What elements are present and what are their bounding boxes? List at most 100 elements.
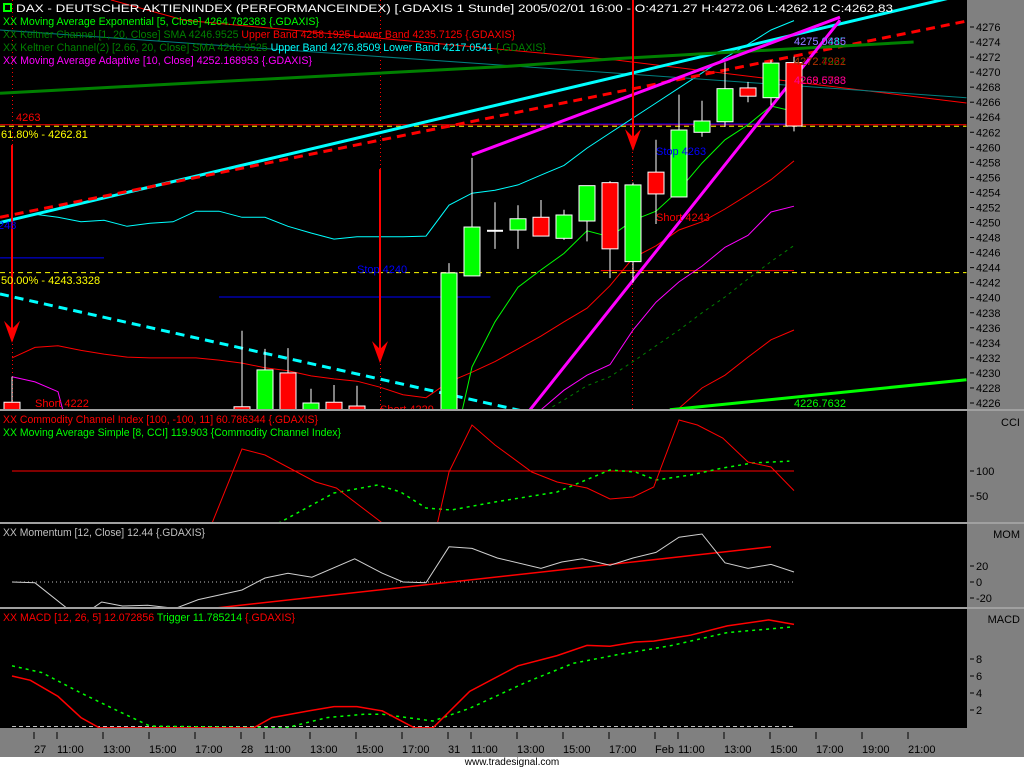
legend-adaptive-ma[interactable]: XX Moving Average Adaptive [10, Close] 4… [3, 55, 312, 67]
price-axis-label: 4238 [976, 308, 1000, 320]
footer-url[interactable]: www.tradesignal.com [0, 757, 1024, 768]
price-axis-label: 4248 [976, 233, 1000, 245]
stop-4240-label: Stop 4240 [357, 264, 407, 276]
candle-body-down [739, 87, 757, 97]
cci-axis-label: 50 [976, 491, 988, 503]
legend-cci[interactable]: XX Commodity Channel Index [100, -100, 1… [3, 414, 318, 426]
chart-canvas[interactable]: 4226 4228 4230 4232 4234 4236 4238 4240 4242 4244… [0, 0, 1024, 757]
candle-body-up [463, 226, 481, 277]
price-axis-label: 4230 [976, 368, 1000, 380]
candle[interactable] [440, 263, 458, 425]
candle-body-up [555, 214, 573, 239]
price-axis-label: 4272 [976, 52, 1000, 64]
panel-divider-cci-mom[interactable] [0, 522, 1024, 524]
time-axis-label: 15:00 [149, 744, 177, 756]
candle-body-down [532, 216, 550, 237]
chart-title: DAX - DEUTSCHER AKTIENINDEX (PERFORMANCE… [16, 3, 893, 15]
fib-618-label: 61.80% - 4262.81 [1, 129, 88, 141]
price-axis-label: 4274 [976, 37, 1000, 49]
macd-axis-label: 6 [976, 671, 982, 683]
legend-keltner-2[interactable]: XX Keltner Channel(2) [2.66, 20, Close] … [3, 42, 546, 54]
legend-momentum[interactable]: XX Momentum [12, Close] 12.44 {.GDAXIS} [3, 527, 205, 539]
legend-cci-sma[interactable]: XX Moving Average Simple [8, CCI] 119.90… [3, 427, 341, 439]
candle-body-down [785, 62, 803, 127]
time-axis-label: 15:00 [563, 744, 591, 756]
legend-ema[interactable]: XX Moving Average Exponential [5, Close]… [3, 16, 319, 28]
candle-body-up [693, 120, 711, 133]
time-axis-label: 21:00 [908, 744, 936, 756]
macd-axis-label: 2 [976, 705, 982, 717]
price-axis-label: 4228 [976, 383, 1000, 395]
legend-keltner-2-symbol: {.GDAXIS} [496, 42, 546, 54]
magenta-line-value-label-2: 4269.5988 [794, 75, 846, 87]
candle-body-up [440, 272, 458, 409]
cci-panel-title: CCI [1001, 417, 1020, 429]
time-axis-label: 17:00 [816, 744, 844, 756]
cci-axis-label: 100 [976, 466, 994, 478]
stop-4263-label: Stop 4263 [656, 146, 706, 158]
candle-body-up [624, 184, 642, 263]
time-axis-label: 11:00 [471, 744, 498, 756]
price-axis-label: 4264 [976, 112, 1000, 124]
price-axis-label: 4254 [976, 187, 1000, 199]
candle-body-up [509, 218, 527, 231]
price-axis-label: 4236 [976, 323, 1000, 335]
time-axis-label: 15:00 [770, 744, 798, 756]
momentum-axis-label: -20 [976, 593, 992, 605]
time-axis-label: 11:00 [57, 744, 84, 756]
legend-keltner-1-bands: Upper Band 4258.1925 Lower Band 4235.712… [241, 29, 515, 41]
time-axis-label: 13:00 [517, 744, 545, 756]
candle-body-down [601, 182, 619, 250]
time-axis-label: 13:00 [724, 744, 752, 756]
legend-keltner-2-name: XX Keltner Channel(2) [2.66, 20, Close] … [3, 42, 271, 54]
time-axis-label: 13:00 [310, 744, 338, 756]
time-axis-label: 13:00 [103, 744, 131, 756]
price-axis-label: 4270 [976, 67, 1000, 79]
price-axis-label: 4260 [976, 142, 1000, 154]
fib-50-label: 50.00% - 4243.3328 [1, 275, 100, 287]
price-axis-label: 4262 [976, 127, 1000, 139]
red-line-value-label: 4272.4262 [794, 56, 846, 68]
time-axis-label: 11:00 [678, 744, 705, 756]
legend-macd-symbol: {.GDAXIS} [245, 612, 295, 624]
legend-macd-trigger: Trigger 11.785214 [157, 612, 245, 624]
price-axis-label: 4226 [976, 398, 1000, 410]
price-axis-label: 4266 [976, 97, 1000, 109]
legend-keltner-1[interactable]: XX Keltner Channel [1, 20, Close] SMA 42… [3, 29, 515, 41]
time-axis-label: 19:00 [862, 744, 890, 756]
price-axis-label: 4244 [976, 263, 1000, 275]
legend-macd-value: XX MACD [12, 26, 5] 12.072856 [3, 612, 157, 624]
price-axis-label: 4258 [976, 157, 1000, 169]
short-4222-label: Short 4222 [35, 398, 89, 410]
price-axis-label: 4240 [976, 293, 1000, 305]
price-axis-label: 4232 [976, 353, 1000, 365]
candle-body-up [578, 185, 596, 222]
level-4263-label: 4263 [16, 112, 40, 124]
legend-keltner-1-name: XX Keltner Channel [1, 20, Close] SMA 42… [3, 29, 241, 41]
time-axis-label: 17:00 [402, 744, 430, 756]
candle-body-up [716, 88, 734, 123]
legend-macd[interactable]: XX MACD [12, 26, 5] 12.072856 Trigger 11… [3, 612, 295, 624]
time-axis-label: 17:00 [609, 744, 637, 756]
panel-divider-main-cci[interactable] [0, 409, 1024, 411]
price-axis-label: 4256 [976, 172, 1000, 184]
symbol-status-icon-inner [5, 5, 10, 10]
time-axis-label: 17:00 [195, 744, 223, 756]
cut-off-value-label: 248 [0, 220, 16, 232]
price-axis-label: 4250 [976, 218, 1000, 230]
time-axis-label: 31 [448, 744, 460, 756]
macd-axis-label: 4 [976, 688, 982, 700]
momentum-panel-title: MOM [993, 529, 1020, 541]
price-axis-label: 4234 [976, 338, 1000, 350]
candle-body-down [647, 171, 665, 195]
price-axis-label: 4268 [976, 82, 1000, 94]
momentum-axis-label: 0 [976, 577, 982, 589]
price-axis-label: 4242 [976, 278, 1000, 290]
price-axis-label: 4276 [976, 22, 1000, 34]
macd-axis-label: 8 [976, 654, 982, 666]
legend-keltner-2-bands: Upper Band 4276.8509 Lower Band 4217.054… [271, 42, 496, 54]
price-axis-label: 4252 [976, 202, 1000, 214]
short-4243-label: Short 4243 [656, 212, 710, 224]
momentum-axis-label: 20 [976, 561, 988, 573]
panel-divider-mom-macd[interactable] [0, 607, 1024, 609]
